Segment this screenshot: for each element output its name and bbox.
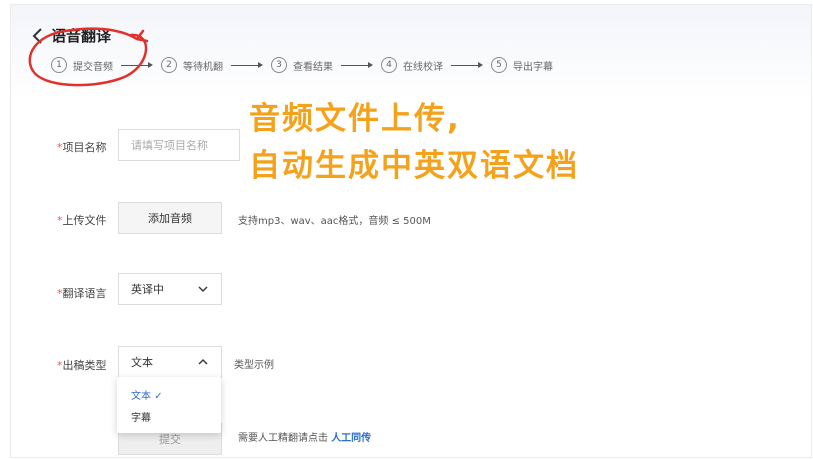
chevron-down-icon [198, 286, 208, 292]
translate-language-label: *翻译语言 [57, 287, 107, 300]
step-3: 3 查看结果 [271, 57, 333, 73]
header-background [11, 5, 811, 100]
step-label: 在线校译 [403, 61, 443, 73]
step-number: 5 [491, 57, 507, 73]
output-type-value: 文本 [131, 356, 153, 369]
check-icon: ✓ [154, 391, 163, 402]
arrow-right-icon [451, 60, 483, 70]
output-type-select[interactable]: 文本 [118, 346, 222, 378]
arrow-right-icon [231, 60, 263, 70]
arrow-right-icon [341, 60, 373, 70]
language-select[interactable]: 英译中 [118, 273, 222, 305]
back-arrow-icon[interactable] [31, 27, 45, 45]
step-indicator: 1 提交音频 2 等待机翻 3 查看结果 4 在线校译 5 导出字幕 [51, 57, 553, 73]
add-audio-button[interactable]: 添加音频 [118, 202, 222, 234]
language-value: 英译中 [131, 283, 164, 296]
overlay-caption: 音频文件上传, 自动生成中英双语文档 [249, 96, 579, 190]
step-number: 4 [381, 57, 397, 73]
overlay-line-1: 音频文件上传, [249, 101, 461, 137]
upload-hint: 支持mp3、wav、aac格式，音频 ≤ 500M [238, 216, 431, 227]
dropdown-option-subtitle[interactable]: 字幕 [131, 409, 151, 424]
project-name-input[interactable]: 请填写项目名称 [118, 129, 240, 161]
step-4: 4 在线校译 [381, 57, 443, 73]
step-1: 1 提交音频 [51, 57, 113, 73]
step-label: 导出字幕 [513, 61, 553, 73]
step-label: 查看结果 [293, 61, 333, 73]
manual-interpreting-link[interactable]: 人工同传 [331, 433, 371, 444]
app-window: 语音翻译 1 提交音频 2 等待机翻 3 查看结果 4 在线校译 5 导出字幕 … [10, 4, 812, 458]
output-type-dropdown: 文本 ✓ 字幕 [117, 377, 221, 433]
step-number: 3 [271, 57, 287, 73]
step-2: 2 等待机翻 [161, 57, 223, 73]
page-title: 语音翻译 [51, 27, 112, 45]
upload-file-label: *上传文件 [57, 214, 107, 227]
type-example-link[interactable]: 类型示例 [234, 356, 274, 371]
output-type-label: *出稿类型 [57, 359, 107, 372]
chevron-up-icon [198, 359, 208, 365]
overlay-line-2: 自动生成中英双语文档 [249, 148, 579, 184]
step-number: 1 [51, 57, 67, 73]
manual-translation-hint: 需要人工精翻请点击 人工同传 [238, 433, 372, 444]
step-5: 5 导出字幕 [491, 57, 553, 73]
step-number: 2 [161, 57, 177, 73]
dropdown-option-text[interactable]: 文本 ✓ [131, 387, 163, 402]
arrow-right-icon [121, 60, 153, 70]
project-name-label: *项目名称 [57, 141, 107, 154]
step-label: 等待机翻 [183, 61, 223, 73]
step-label: 提交音频 [73, 61, 113, 73]
